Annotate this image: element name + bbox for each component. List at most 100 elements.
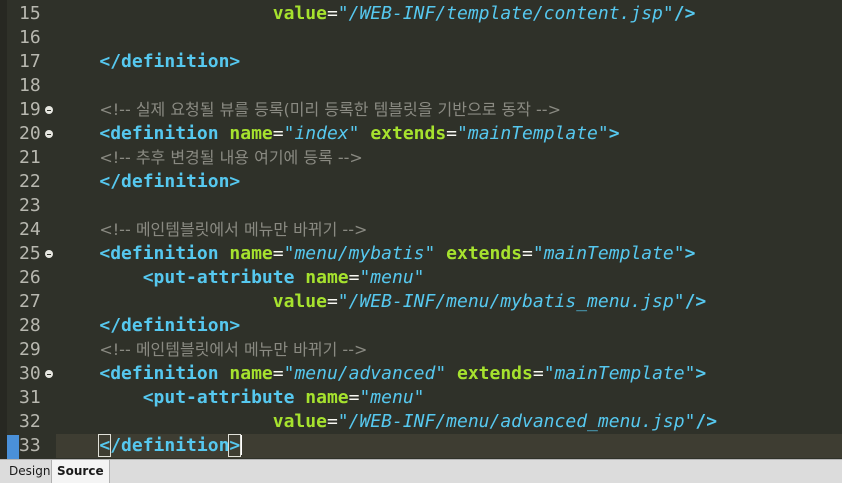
line-number-text: 21 (19, 147, 41, 168)
fold-collapse-icon[interactable] (45, 250, 53, 258)
xml-attribute: name (229, 363, 273, 384)
fold-collapse-icon[interactable] (45, 370, 53, 378)
line-number-32: 32 (7, 410, 56, 434)
line-number-text: 32 (19, 411, 41, 432)
current-line-marker (7, 435, 19, 459)
line-number-15: 15 (7, 2, 56, 26)
line-number-26: 26 (7, 266, 56, 290)
line-number-29: 29 (7, 338, 56, 362)
code-line[interactable]: <!-- 추후 변경될 내용 여기에 등록 --> (56, 146, 842, 170)
code-line[interactable]: </definition> (56, 434, 842, 458)
xml-attribute-value: "menu/mybatis" (283, 243, 447, 264)
matched-bracket: < (98, 434, 112, 457)
line-number-text: 18 (19, 75, 41, 96)
xml-attribute: value (272, 3, 327, 24)
xml-tag: <definition (99, 123, 230, 144)
line-number-text: 20 (19, 123, 41, 144)
code-line[interactable]: <definition name="menu/advanced" extends… (56, 362, 842, 386)
xml-tag: /definition (110, 435, 230, 456)
xml-attribute-value: "/WEB-INF/menu/mybatis_menu.jsp" (337, 291, 685, 312)
line-number-text: 31 (19, 387, 41, 408)
xml-tag: > (684, 243, 696, 264)
xml-attribute-value: "/WEB-INF/menu/advanced_menu.jsp" (337, 411, 696, 432)
xml-attribute: name (305, 387, 349, 408)
code-line[interactable]: <put-attribute name="menu" (56, 386, 842, 410)
line-number-24: 24 (7, 218, 56, 242)
xml-tag: <put-attribute (142, 387, 306, 408)
code-line[interactable]: <!-- 실제 요청될 뷰를 등록(미리 등록한 템블릿을 기반으로 동작 --… (56, 98, 842, 122)
xml-attribute: extends (457, 363, 533, 384)
xml-attribute-value: "mainTemplate" (457, 123, 609, 144)
code-line[interactable]: value="/WEB-INF/menu/mybatis_menu.jsp"/> (56, 290, 842, 314)
xml-attribute: name (305, 267, 349, 288)
code-line[interactable]: <put-attribute name="menu" (56, 266, 842, 290)
line-number-text: 16 (19, 27, 41, 48)
xml-tag: <definition (99, 363, 230, 384)
xml-tag: > (695, 363, 707, 384)
text-cursor (240, 435, 242, 455)
xml-attribute: extends (446, 243, 523, 264)
xml-attribute: name (229, 123, 273, 144)
xml-attribute-value: "menu/advanced" (283, 363, 457, 384)
fold-collapse-icon[interactable] (45, 106, 53, 114)
xml-attribute-value: "mainTemplate" (532, 243, 685, 264)
code-line[interactable]: <!-- 메인템블릿에서 메뉴만 바뀌기 --> (56, 338, 842, 362)
line-number-20: 20 (7, 122, 56, 146)
code-line[interactable] (56, 26, 842, 50)
line-number-text: 22 (19, 171, 41, 192)
fold-collapse-icon[interactable] (45, 130, 53, 138)
line-number-text: 28 (19, 315, 41, 336)
line-number-text: 30 (19, 363, 41, 384)
xml-tag: <put-attribute (142, 267, 306, 288)
code-editor[interactable]: 15 16 17 18 19 20 21 22 23 24 25 26 27 28 29 30 31 32 33 v… (0, 0, 842, 459)
line-number-31: 31 (7, 386, 56, 410)
line-number-text: 17 (19, 51, 41, 72)
xml-equals: = (326, 291, 338, 312)
line-number-text: 19 (19, 99, 41, 120)
code-line[interactable] (56, 194, 842, 218)
xml-attribute-value: "/WEB-INF/template/content.jsp" (337, 3, 674, 24)
xml-tag: /> (684, 291, 707, 312)
line-number-text: 27 (19, 291, 41, 312)
line-number-16: 16 (7, 26, 56, 50)
xml-attribute: value (272, 411, 327, 432)
matched-bracket: > (228, 434, 242, 457)
tab-design[interactable]: Design (4, 460, 56, 483)
line-number-17: 17 (7, 50, 56, 74)
editor-left-strip (0, 0, 7, 459)
code-line[interactable]: </definition> (56, 50, 842, 74)
line-number-text: 33 (19, 435, 41, 456)
code-line[interactable]: <definition name="menu/mybatis" extends=… (56, 242, 842, 266)
xml-equals: = (272, 243, 284, 264)
code-line[interactable]: <definition name="index" extends="mainTe… (56, 122, 842, 146)
code-line[interactable]: </definition> (56, 314, 842, 338)
xml-attribute-value: "menu" (359, 267, 425, 288)
xml-comment: <!-- 메인템블릿에서 메뉴만 바뀌기 --> (99, 220, 368, 239)
line-number-23: 23 (7, 194, 56, 218)
code-line[interactable]: <!-- 메인템블릿에서 메뉴만 바뀌기 --> (56, 218, 842, 242)
code-line[interactable]: value="/WEB-INF/template/content.jsp"/> (56, 2, 842, 26)
code-line[interactable] (56, 74, 842, 98)
xml-tag: </definition> (99, 171, 241, 192)
line-number-22: 22 (7, 170, 56, 194)
code-line[interactable]: </definition> (56, 170, 842, 194)
tab-source[interactable]: Source (51, 460, 110, 483)
xml-equals: = (326, 411, 338, 432)
xml-comment: <!-- 실제 요청될 뷰를 등록(미리 등록한 템블릿을 기반으로 동작 --… (99, 100, 561, 119)
xml-tag: <definition (99, 243, 230, 264)
line-number-text: 23 (19, 195, 41, 216)
xml-attribute: name (229, 243, 273, 264)
xml-attribute-value: "mainTemplate" (543, 363, 696, 384)
editor-tab-bar: Design Source (0, 459, 842, 483)
xml-comment: <!-- 메인템블릿에서 메뉴만 바뀌기 --> (99, 340, 368, 359)
xml-attribute-value: "menu" (359, 387, 425, 408)
xml-equals: = (272, 363, 284, 384)
code-line[interactable]: value="/WEB-INF/menu/advanced_menu.jsp"/… (56, 410, 842, 434)
